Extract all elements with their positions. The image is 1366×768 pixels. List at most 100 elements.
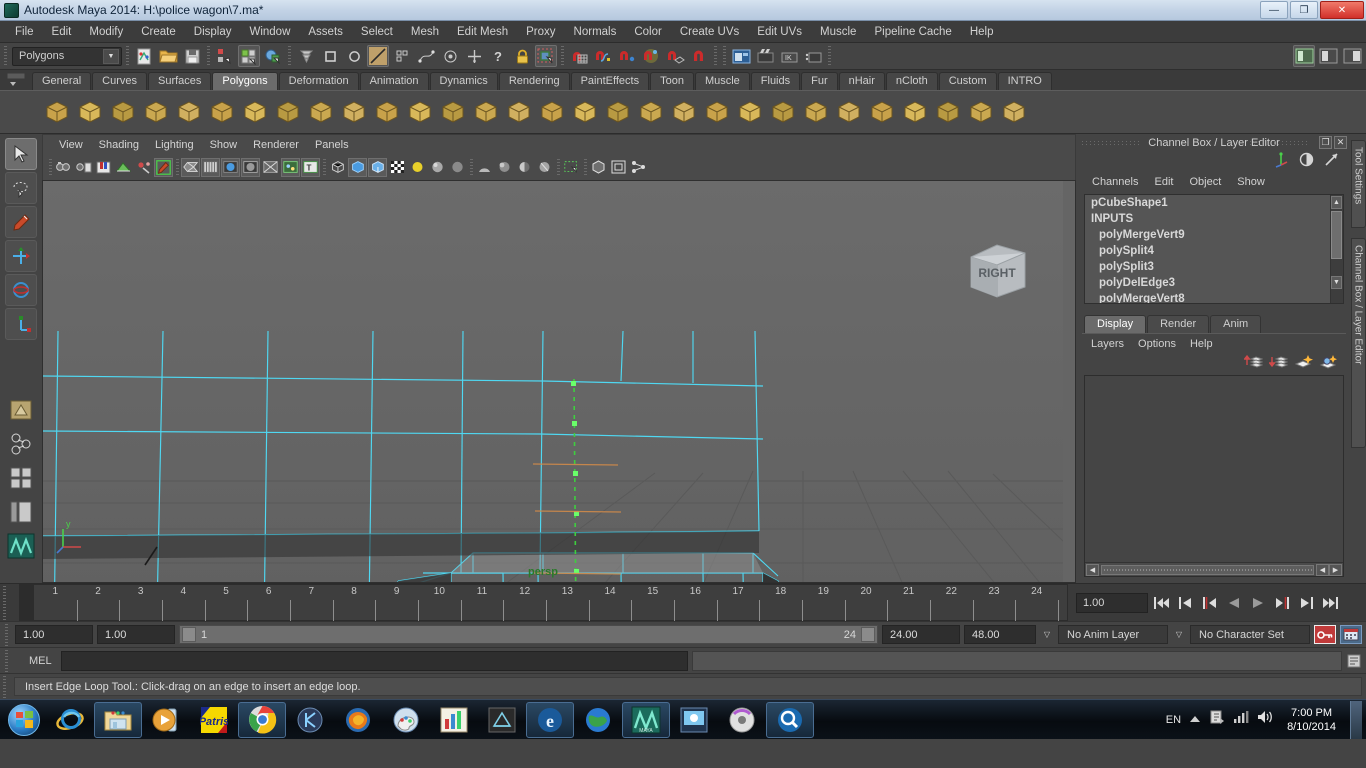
hscroll-left-icon[interactable]: ◀ [1086,563,1099,576]
new-scene-icon[interactable] [133,45,155,67]
ambient-occlusion-icon[interactable] [495,158,514,177]
anti-alias-icon[interactable] [535,158,554,177]
shelf-button-polySculpt[interactable] [768,97,798,127]
range-end-field[interactable]: 24.00 [882,625,960,644]
shelf-button-polyBridge[interactable] [537,97,567,127]
viewport-menu-renderer[interactable]: Renderer [245,137,307,153]
menu-item-modify[interactable]: Modify [80,23,132,41]
play-backwards-icon[interactable] [1224,593,1244,613]
menu-item-create[interactable]: Create [132,23,185,41]
layer-list-hscrollbar[interactable]: ◀ ◀ ▶ [1085,562,1343,576]
channel-input-polySplit4[interactable]: polySplit4 [1085,243,1343,259]
shelf-button-polyBooleanUnion[interactable] [636,97,666,127]
shelf-tab-animation[interactable]: Animation [359,72,429,90]
save-scene-icon[interactable] [181,45,203,67]
move-layer-down-icon[interactable] [1268,353,1289,375]
close-button[interactable]: ✕ [1320,1,1364,19]
chevron-down-icon[interactable]: ▼ [103,48,119,64]
step-back-frame-icon[interactable] [1176,593,1196,613]
menu-item-display[interactable]: Display [185,23,241,41]
character-set-dropdown[interactable]: No Character Set [1190,625,1310,644]
layer-list[interactable]: ◀ ◀ ▶ [1084,375,1344,577]
menu-item-edit-mesh[interactable]: Edit Mesh [448,23,517,41]
anim-layer-dropdown[interactable]: No Anim Layer [1058,625,1168,644]
channelbox-menu-show[interactable]: Show [1229,174,1273,190]
toolbar-grip[interactable] [3,46,10,66]
layout-persp-outliner-icon[interactable] [5,462,37,494]
windows-media-player-icon[interactable] [142,702,190,738]
viewport-menu-view[interactable]: View [51,137,91,153]
search-icon[interactable] [766,701,814,738]
shelf-tab-ncloth[interactable]: nCloth [885,72,938,90]
anim-layer-chevron-icon[interactable]: ▽ [1040,625,1054,644]
render-region-icon[interactable] [535,45,557,67]
shelf-button-polyCube[interactable] [75,97,105,127]
shelf-button-polyHelix[interactable] [339,97,369,127]
menu-item-muscle[interactable]: Muscle [811,23,865,41]
shelf-button-polyExtrude[interactable] [504,97,534,127]
help-icon[interactable]: ? [487,45,509,67]
isolate-select-icon[interactable] [562,158,581,177]
cd-app-icon[interactable] [718,702,766,738]
menu-item-help[interactable]: Help [961,23,1003,41]
menu-item-proxy[interactable]: Proxy [517,23,564,41]
play-forwards-icon[interactable] [1248,593,1268,613]
scroll-down-icon[interactable]: ▼ [1331,276,1342,289]
tab-channel-box[interactable]: Channel Box / Layer Editor [1350,238,1366,448]
channel-input-polySplit3[interactable]: polySplit3 [1085,259,1343,275]
snap-to-projected-icon[interactable] [664,45,686,67]
auto-keyframe-icon[interactable] [1314,625,1336,644]
texture-icon[interactable] [281,157,300,177]
channel-input-polyMergeVert9[interactable]: polyMergeVert9 [1085,227,1343,243]
hscroll-thumb[interactable] [1101,564,1314,575]
layer-menu-layers[interactable]: Layers [1084,336,1131,352]
shelf-button-polyBevel[interactable] [603,97,633,127]
shelf-button-polyUVTexture[interactable] [900,97,930,127]
no-highlight-icon[interactable] [343,45,365,67]
scroll-thumb[interactable] [1331,211,1342,259]
shelf-tab-fur[interactable]: Fur [801,72,838,90]
shelf-button-polyPipe[interactable] [273,97,303,127]
menu-item-window[interactable]: Window [240,23,299,41]
shelf-button-polyAppend[interactable] [570,97,600,127]
attribute-editor-toggle-icon[interactable] [1293,45,1315,67]
move-tool[interactable] [5,240,37,272]
smooth-shade-all-icon[interactable] [201,157,220,177]
shelf-button-polySphere[interactable] [42,97,72,127]
panel-close-button[interactable]: ✕ [1334,136,1347,149]
panel-grip-left[interactable] [1082,139,1142,147]
menu-item-mesh[interactable]: Mesh [402,23,448,41]
viewport-menu-lighting[interactable]: Lighting [147,137,202,153]
rotate-tool[interactable] [5,274,37,306]
shelf-button-polyTransfer[interactable] [933,97,963,127]
selection-mode-dropdown[interactable]: Polygons ▼ [12,46,122,66]
scroll-up-icon[interactable]: ▲ [1331,196,1342,209]
shelf-tab-polygons[interactable]: Polygons [212,72,278,90]
animation-preferences-icon[interactable] [1340,625,1362,644]
chart-app-icon[interactable] [430,702,478,738]
shelf-tab-intro[interactable]: INTRO [997,72,1052,90]
channel-box-scrollbar[interactable]: ▲ ▼ [1330,195,1343,303]
motion-blur-icon[interactable] [515,158,534,177]
shadows-icon[interactable] [328,158,347,177]
layout-four-view-icon[interactable] [5,428,37,460]
snap-to-grid-icon[interactable] [568,45,590,67]
paint-icon[interactable] [382,702,430,738]
layer-tab-anim[interactable]: Anim [1210,315,1262,333]
language-indicator[interactable]: EN [1166,714,1181,726]
light-yellow-icon[interactable] [408,158,427,177]
handle-icon[interactable] [463,45,485,67]
wireframe-on-shaded-icon[interactable] [261,158,280,177]
shelf-button-polyCylinder[interactable] [108,97,138,127]
step-forward-frame-icon[interactable] [1296,593,1316,613]
flat-shade-icon[interactable] [241,157,260,177]
shelf-button-polyTriangulate[interactable] [801,97,831,127]
viewport-menu-panels[interactable]: Panels [307,137,357,153]
time-slider[interactable]: 1 2 3 4 5 6 7 8 9 10 11 12 13 14 15 16 17 18 19 20 21 22 23 24 [19,584,1068,621]
open-scene-icon[interactable] [157,45,179,67]
menu-item-create-uvs[interactable]: Create UVs [671,23,748,41]
shelf-tab-muscle[interactable]: Muscle [694,72,750,90]
new-layer-from-selected-icon[interactable] [1319,353,1338,375]
move-layer-up-icon[interactable] [1243,353,1264,375]
channel-box-toggle-icon[interactable] [1341,45,1363,67]
